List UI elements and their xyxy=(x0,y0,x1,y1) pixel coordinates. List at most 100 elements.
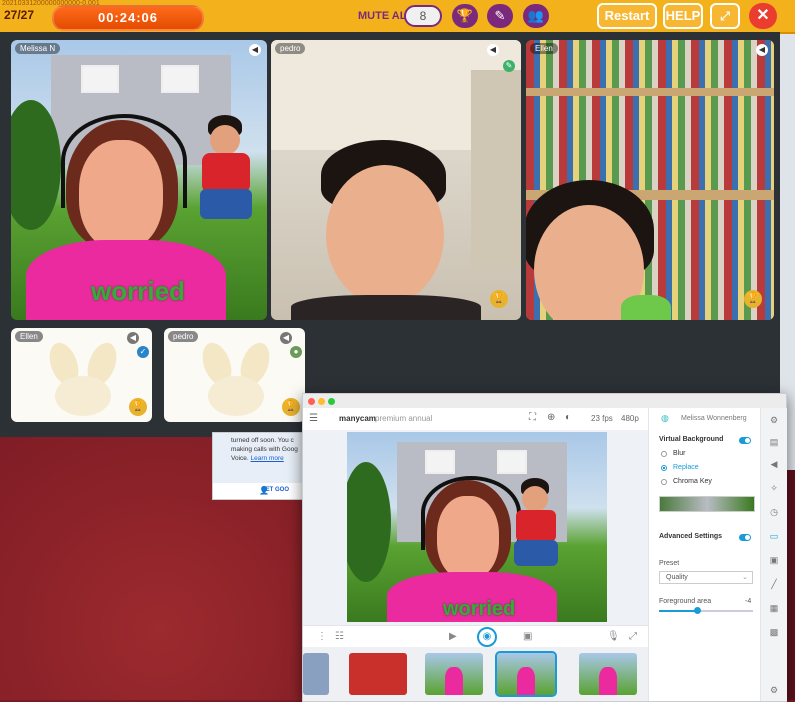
kid-shirt xyxy=(291,295,481,320)
speaker-icon[interactable]: ◀ xyxy=(487,44,499,56)
minimize-window-icon[interactable] xyxy=(318,398,325,405)
house-window xyxy=(161,65,199,93)
trophy-icon[interactable]: 🏆 xyxy=(452,4,478,28)
pencil-icon[interactable]: ✎ xyxy=(503,60,515,72)
pencil-icon[interactable]: ✎ xyxy=(487,4,513,28)
kid-shirt xyxy=(621,295,671,320)
video-tile-pedro-small[interactable]: pedro ◀ ● 🏆 xyxy=(164,328,305,422)
trophy-icon[interactable]: 🏆 xyxy=(129,398,147,416)
list-icon[interactable]: ☷ xyxy=(335,631,344,642)
class-toolbar: 20210331200000000000-0.001 27/27 00:24:0… xyxy=(0,0,795,34)
users-icon[interactable]: 👥 xyxy=(523,4,549,28)
check-icon[interactable]: ✓ xyxy=(137,346,149,358)
settings-panel: ◍ Melissa Wonnenberg Virtual Background … xyxy=(648,408,761,701)
fullscreen-icon[interactable]: ⤢ xyxy=(629,631,637,642)
audio-icon[interactable]: ◀ xyxy=(768,458,780,470)
source-thumb[interactable] xyxy=(349,653,407,695)
participant-name: pedro xyxy=(168,331,199,342)
person-icon[interactable]: 👤 xyxy=(259,486,269,495)
foreground-slider[interactable] xyxy=(659,607,753,614)
source-thumb[interactable] xyxy=(425,653,483,695)
source-thumb[interactable] xyxy=(579,653,637,695)
chroma-key-radio[interactable] xyxy=(661,479,667,485)
manycam-window: ☰ manycam premium annual ⛶ ⊕ ◐ 23 fps 48… xyxy=(302,393,787,702)
participant-name: Melissa N xyxy=(15,43,61,54)
preset-select[interactable]: Quality ⌄ xyxy=(659,571,753,584)
trophy-icon[interactable]: 🏆 xyxy=(282,398,300,416)
menu-icon[interactable]: ☰ xyxy=(309,413,318,424)
speaker-icon[interactable]: ◀ xyxy=(280,332,292,344)
preview-stage: worried xyxy=(303,430,648,625)
video-icon[interactable]: ▶ xyxy=(449,631,457,642)
help-button[interactable]: HELP xyxy=(663,3,703,29)
brightness-icon[interactable]: ◐ xyxy=(565,412,571,423)
blur-radio[interactable] xyxy=(661,451,667,457)
session-timer: 00:24:06 xyxy=(52,5,204,31)
source-thumb[interactable] xyxy=(303,653,329,695)
expand-icon[interactable]: ⤢ xyxy=(710,3,740,29)
brush-icon[interactable]: ╱ xyxy=(768,578,780,590)
zoom-window-icon[interactable] xyxy=(328,398,335,405)
advanced-settings-toggle[interactable] xyxy=(739,534,751,541)
round-counter: 27/27 xyxy=(4,8,35,22)
blur-label: Blur xyxy=(673,450,686,457)
picture-icon[interactable]: ▣ xyxy=(768,554,780,566)
preview-video[interactable]: worried xyxy=(347,432,607,622)
virtual-background-toggle[interactable] xyxy=(739,437,751,444)
help-icon[interactable]: ⚙ xyxy=(768,684,780,696)
virtual-background-icon[interactable]: ▭ xyxy=(768,530,780,542)
participant-name: pedro xyxy=(275,43,306,54)
crop-icon[interactable]: ⛶ xyxy=(529,412,536,423)
close-window-icon[interactable] xyxy=(308,398,315,405)
mute-count[interactable]: 8 xyxy=(404,5,442,27)
resolution-label[interactable]: 480p xyxy=(621,414,639,423)
fps-label[interactable]: 23 fps xyxy=(591,414,613,423)
status-icon[interactable]: ● xyxy=(290,346,302,358)
shelf xyxy=(526,88,774,96)
video-tile-pedro[interactable]: pedro ◀ ✎ 🏆 xyxy=(271,40,521,320)
participant-name: Ellen xyxy=(530,43,558,54)
trophy-icon[interactable]: 🏆 xyxy=(744,290,762,308)
background-image-select[interactable] xyxy=(659,496,755,512)
trophy-icon[interactable]: 🏆 xyxy=(490,290,508,308)
caption-text: worried xyxy=(91,276,185,306)
layers-icon[interactable]: ▤ xyxy=(768,436,780,448)
speaker-icon[interactable]: ◀ xyxy=(756,44,768,56)
mic-icon[interactable]: 🎙 xyxy=(607,631,620,642)
zoom-icon[interactable]: ⊕ xyxy=(547,412,555,423)
preview-controls: ⋮ ☷ ▶ ◉ ▣ 🎙 ⤢ xyxy=(303,625,648,648)
advanced-settings-label: Advanced Settings xyxy=(659,533,723,540)
video-tile-melissa[interactable]: worried Melissa N ◀ xyxy=(11,40,267,320)
learn-more-link[interactable]: Learn more xyxy=(251,455,284,462)
restart-button[interactable]: Restart xyxy=(597,3,657,29)
plan-label: premium annual xyxy=(375,414,433,423)
worried-cartoon xyxy=(511,478,561,578)
house-window xyxy=(425,450,455,474)
chevron-down-icon: ⌄ xyxy=(742,574,748,581)
timer-icon[interactable]: ◷ xyxy=(768,506,780,518)
google-voice-popup: turned off soon. You c making calls with… xyxy=(212,432,306,500)
video-tile-ellen-small[interactable]: Ellen ◀ ✓ 🏆 xyxy=(11,328,152,422)
video-tile-ellen[interactable]: Ellen ◀ 🏆 xyxy=(526,40,774,320)
manycam-toolbar: ☰ manycam premium annual ⛶ ⊕ ◐ 23 fps 48… xyxy=(303,408,648,431)
speaker-icon[interactable]: ◀ xyxy=(127,332,139,344)
replace-radio[interactable] xyxy=(661,465,667,471)
more-icon[interactable]: ⋮ xyxy=(317,631,327,642)
broadcast-icon[interactable]: ◉ xyxy=(477,627,497,647)
effects-icon[interactable]: ✧ xyxy=(768,482,780,494)
house-window xyxy=(497,450,527,474)
google-voice-footer: GET GOO 👤 xyxy=(213,483,305,499)
foreground-area-label: Foreground area xyxy=(659,598,712,605)
replace-label: Replace xyxy=(673,464,699,471)
source-thumb-selected[interactable] xyxy=(495,651,557,697)
settings-icon[interactable]: ⚙ xyxy=(768,414,780,426)
presentation-icon[interactable]: ▦ xyxy=(768,602,780,614)
grid-icon[interactable]: ▩ xyxy=(768,626,780,638)
participant-name: Ellen xyxy=(15,331,43,342)
worried-cartoon xyxy=(196,115,256,235)
close-icon[interactable]: ✕ xyxy=(749,3,777,29)
google-voice-message: turned off soon. You c making calls with… xyxy=(213,433,305,483)
bunny-face xyxy=(208,376,264,416)
speaker-icon[interactable]: ◀ xyxy=(249,44,261,56)
camera-icon[interactable]: ▣ xyxy=(523,631,532,642)
